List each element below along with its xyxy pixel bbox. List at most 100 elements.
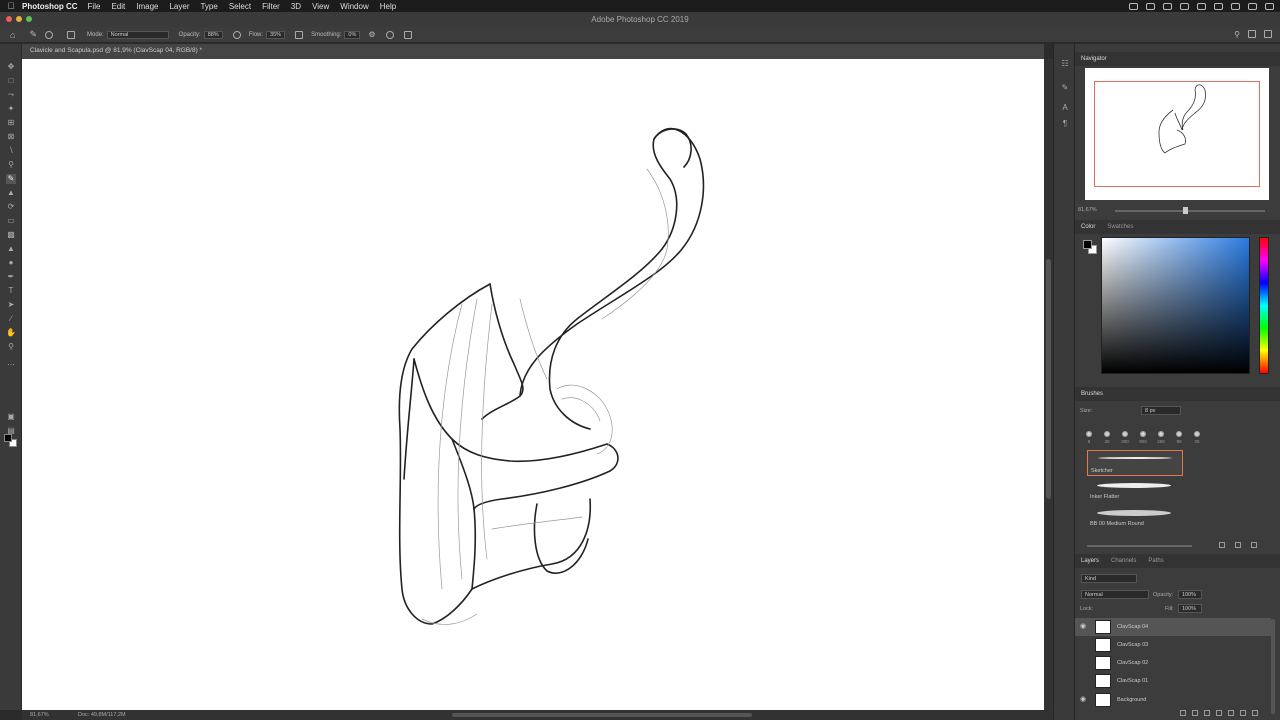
color-picker-field[interactable] (1101, 237, 1250, 374)
menu-select[interactable]: Select (229, 2, 251, 11)
type-tool-icon[interactable]: T (6, 286, 16, 296)
path-selection-tool-icon[interactable]: ➤ (6, 300, 16, 310)
workspace-icon[interactable] (1248, 30, 1256, 40)
opacity-field[interactable]: 88% (203, 30, 223, 39)
layer-row[interactable]: ◉ Background (1075, 691, 1271, 709)
notification-icon[interactable] (1265, 2, 1274, 10)
foreground-color-swatch[interactable] (4, 434, 12, 442)
hue-slider[interactable] (1259, 237, 1269, 374)
pen-tool-icon[interactable]: ✒ (6, 272, 16, 282)
symmetry-icon[interactable] (403, 30, 412, 39)
new-layer-icon[interactable] (1240, 710, 1246, 716)
tab-color[interactable]: Color (1075, 224, 1101, 230)
layer-row[interactable]: ClavScap 02 (1075, 654, 1271, 672)
fill-field[interactable]: 100% (1178, 604, 1202, 613)
quick-select-tool-icon[interactable]: ✦ (6, 104, 16, 114)
tray-icon[interactable] (1163, 2, 1172, 10)
blend-mode-select[interactable]: Normal (1081, 590, 1149, 599)
brush-tool-icon[interactable]: ✎ (6, 174, 16, 184)
visibility-eye-icon[interactable]: ◉ (1080, 623, 1088, 631)
tray-icon[interactable] (1129, 2, 1138, 10)
link-layers-icon[interactable] (1180, 710, 1186, 716)
menu-type[interactable]: Type (200, 2, 217, 11)
menu-file[interactable]: File (88, 2, 101, 11)
more-tools-icon[interactable]: ⋯ (6, 360, 16, 370)
smoothing-field[interactable]: 0% (344, 30, 361, 39)
brush-tip[interactable]: 256 (1155, 431, 1167, 444)
tab-swatches[interactable]: Swatches (1101, 224, 1139, 230)
menu-layer[interactable]: Layer (169, 2, 189, 11)
pressure-size-icon[interactable] (385, 30, 394, 39)
vertical-scrollbar[interactable] (1044, 59, 1053, 710)
adjustment-layer-icon[interactable] (1216, 710, 1222, 716)
wifi-icon[interactable] (1180, 2, 1189, 10)
navigator-zoom-slider[interactable] (1115, 207, 1265, 214)
zoom-level[interactable]: 81,67% (30, 712, 49, 718)
brush-settings-icon[interactable] (66, 30, 75, 39)
tab-paths[interactable]: Paths (1142, 558, 1169, 564)
canvas[interactable] (22, 59, 1044, 710)
layers-scrollbar[interactable] (1271, 619, 1275, 714)
history-brush-tool-icon[interactable]: ⟳ (6, 202, 16, 212)
app-menu[interactable]: Photoshop CC (22, 2, 78, 11)
dodge-tool-icon[interactable]: ● (6, 258, 16, 268)
menu-edit[interactable]: Edit (111, 2, 125, 11)
brush-tip[interactable]: 8 (1083, 431, 1095, 444)
layer-row[interactable]: ◉ ClavScap 04 (1075, 618, 1271, 636)
search-icon[interactable]: ⚲ (1234, 30, 1240, 40)
delete-layer-icon[interactable] (1252, 710, 1258, 716)
tray-icon[interactable] (1197, 2, 1206, 10)
quick-mask-icon[interactable]: ▣ (6, 412, 16, 422)
navigator-thumbnail[interactable] (1085, 68, 1269, 200)
zoom-tool-icon[interactable]: ⚲ (6, 342, 16, 352)
color-foreground-swatch[interactable] (1083, 240, 1092, 249)
horizontal-scrollbar[interactable] (452, 713, 752, 717)
blur-tool-icon[interactable]: ▲ (6, 244, 16, 254)
move-tool-icon[interactable]: ✥ (6, 62, 16, 72)
visibility-eye-icon[interactable]: ◉ (1080, 696, 1088, 704)
menu-window[interactable]: Window (340, 2, 368, 11)
visibility-toggle[interactable] (1080, 659, 1088, 667)
layer-filter-select[interactable]: Kind (1081, 574, 1137, 583)
menu-help[interactable]: Help (380, 2, 396, 11)
smoothing-options-gear-icon[interactable]: ⚙ (368, 30, 375, 39)
menu-3d[interactable]: 3D (291, 2, 301, 11)
healing-brush-tool-icon[interactable]: ⚲ (6, 160, 16, 170)
frame-tool-icon[interactable]: ⊠ (6, 132, 16, 142)
brush-tip[interactable]: 25 (1191, 431, 1203, 444)
marquee-tool-icon[interactable]: □ (6, 76, 16, 86)
layer-opacity-field[interactable]: 100% (1178, 590, 1202, 599)
tab-layers[interactable]: Layers (1075, 558, 1105, 564)
tab-navigator[interactable]: Navigator (1075, 56, 1113, 62)
layer-row[interactable]: ClavScap 01 (1075, 672, 1271, 690)
brush-preset-picker[interactable] (44, 30, 53, 39)
layer-mask-icon[interactable] (1204, 710, 1210, 716)
brush-preview-size-slider[interactable] (1087, 545, 1192, 547)
crop-tool-icon[interactable]: ⊞ (6, 118, 16, 128)
document-tab[interactable]: Clavicle and Scapula.psd @ 81,9% (ClavSc… (30, 47, 202, 54)
mode-select[interactable]: Normal (106, 30, 169, 39)
tab-channels[interactable]: Channels (1105, 558, 1142, 564)
new-group-icon[interactable] (1219, 542, 1225, 548)
home-icon[interactable]: ⌂ (10, 30, 15, 40)
brush-tool-preset-icon[interactable]: ✎ (29, 29, 37, 40)
menu-view[interactable]: View (312, 2, 329, 11)
airbrush-icon[interactable] (295, 30, 304, 39)
new-brush-icon[interactable] (1235, 542, 1241, 548)
hand-tool-icon[interactable]: ✋ (6, 328, 16, 338)
display-icon[interactable] (1231, 2, 1240, 10)
brush-preset-inker-flatter[interactable]: Inker Flatter (1087, 477, 1183, 503)
brush-tip[interactable]: 200 (1119, 431, 1131, 444)
brush-size-field[interactable]: 8 px (1141, 406, 1181, 415)
gradient-tool-icon[interactable]: ▩ (6, 230, 16, 240)
lasso-tool-icon[interactable]: ⤳ (6, 90, 16, 100)
paragraph-panel-icon[interactable]: ¶ (1061, 120, 1069, 128)
menu-image[interactable]: Image (136, 2, 158, 11)
tray-icon[interactable] (1146, 2, 1155, 10)
visibility-toggle[interactable] (1080, 677, 1088, 685)
brush-tip[interactable]: 90 (1173, 431, 1185, 444)
navigator-zoom-value[interactable]: 81,67% (1078, 207, 1097, 213)
layer-row[interactable]: ClavScap 03 (1075, 636, 1271, 654)
menu-filter[interactable]: Filter (262, 2, 280, 11)
eraser-tool-icon[interactable]: ▭ (6, 216, 16, 226)
